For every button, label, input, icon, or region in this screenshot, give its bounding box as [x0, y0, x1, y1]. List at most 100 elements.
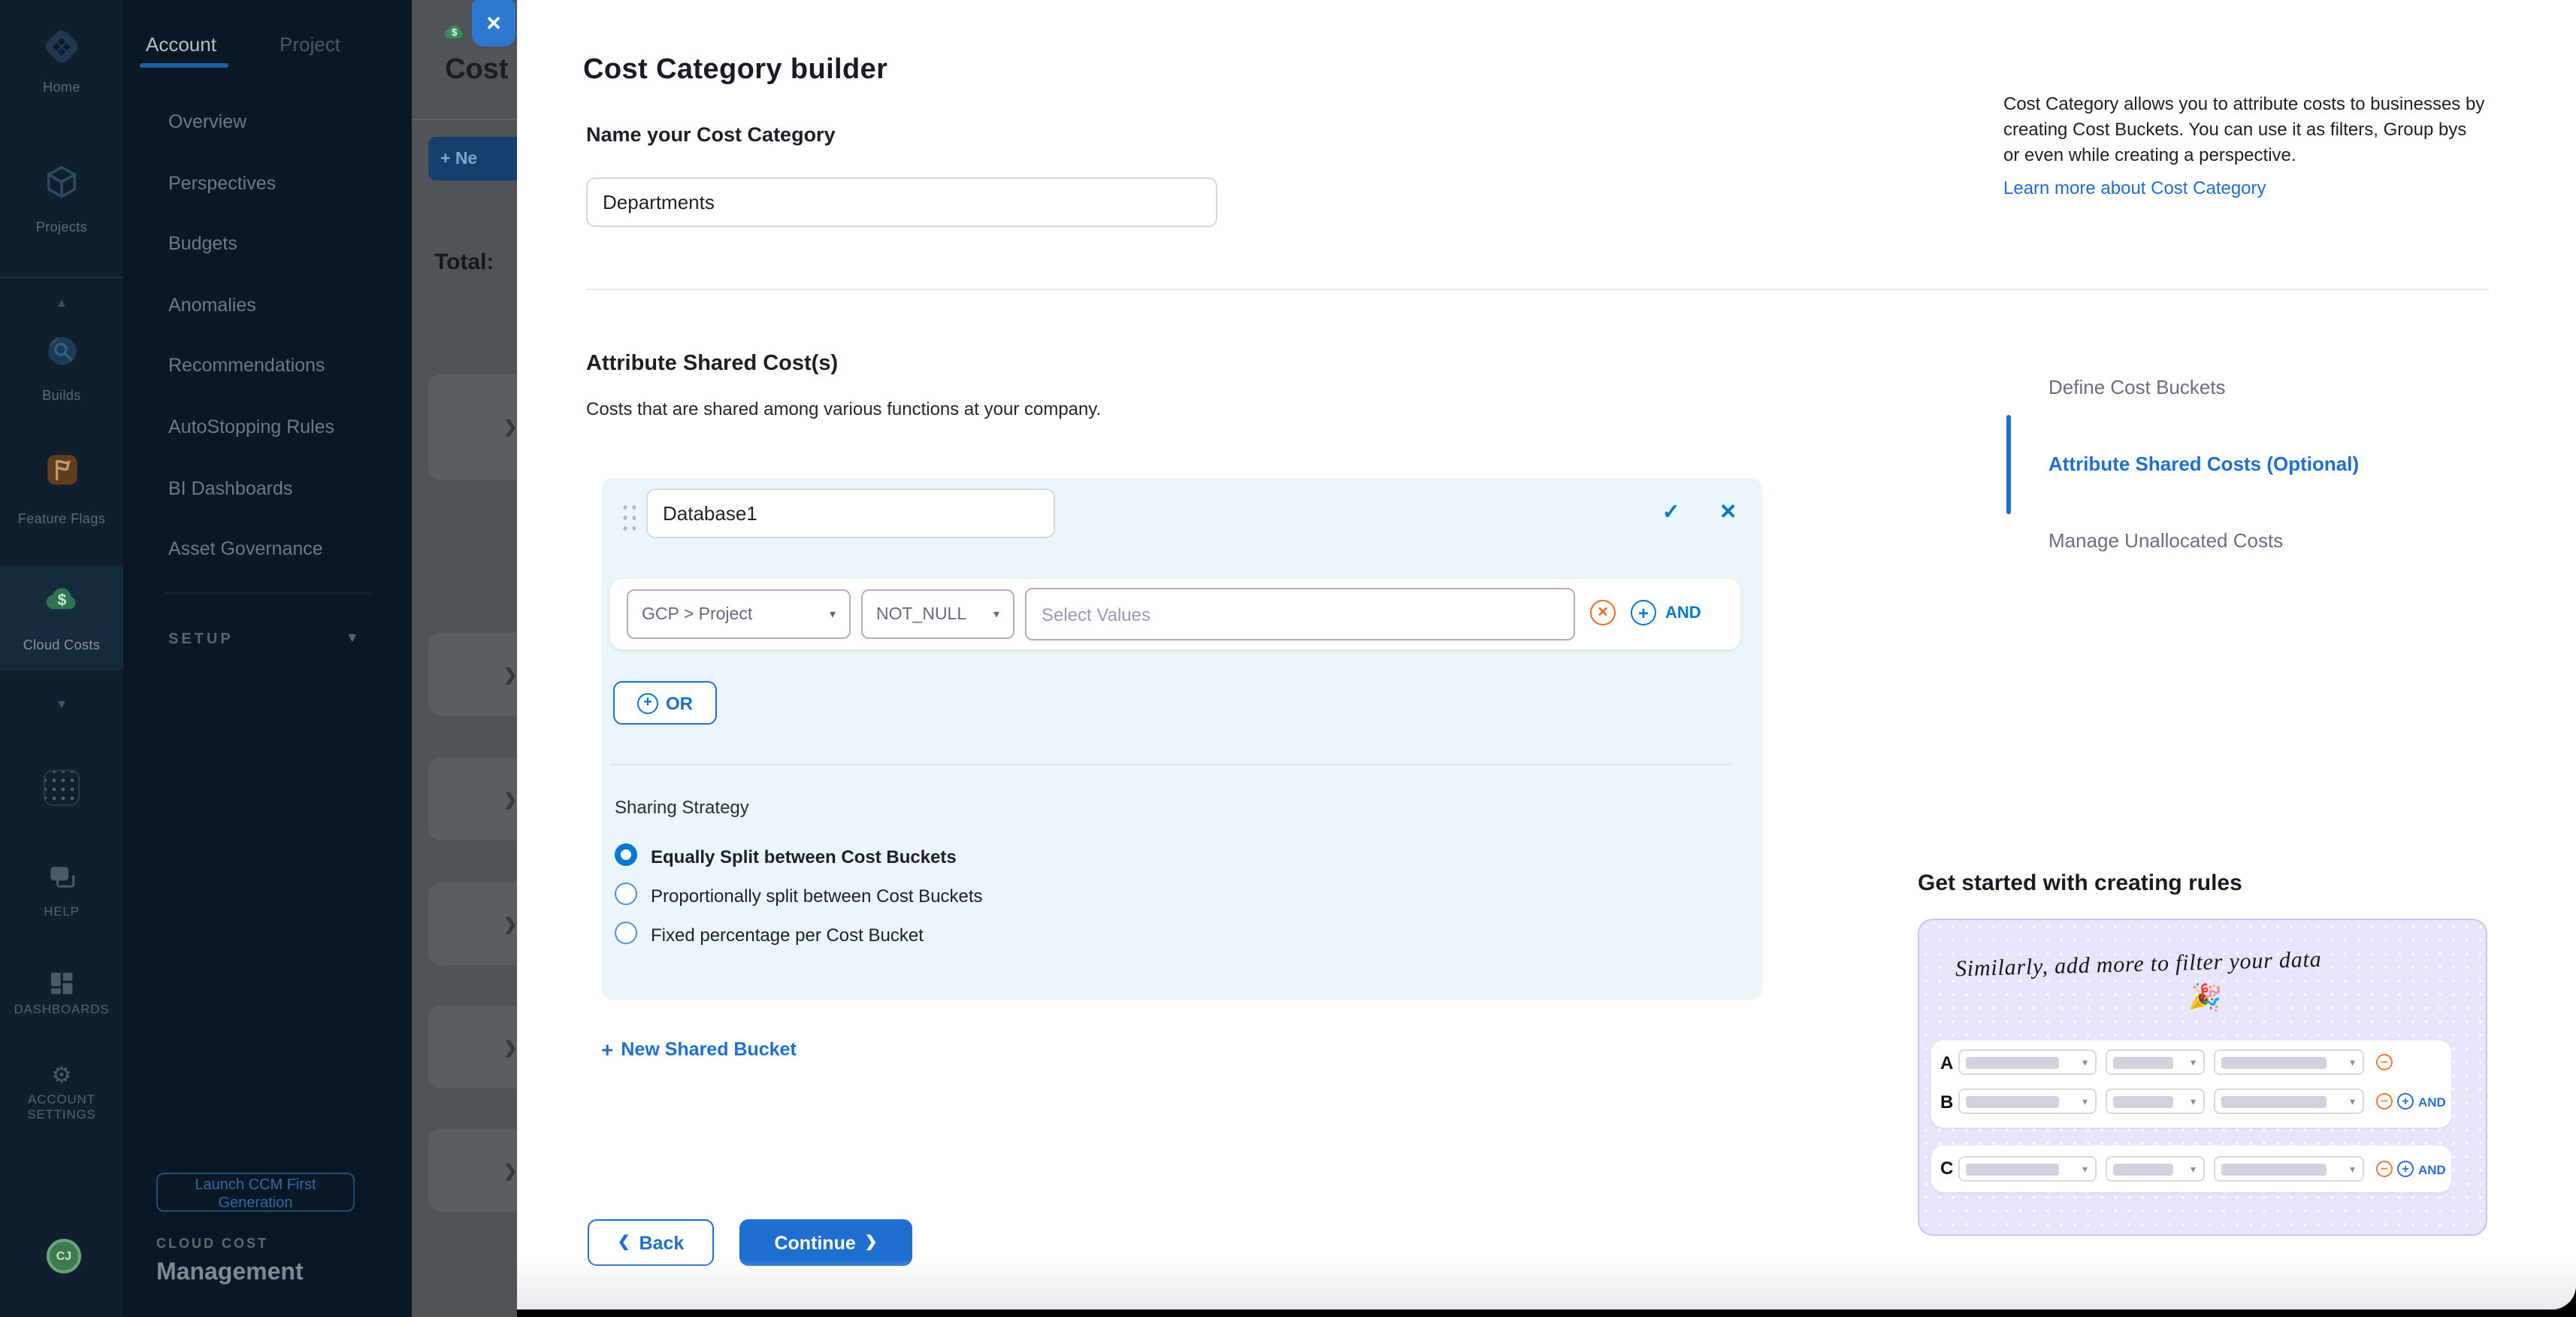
- and-mini-label: AND: [2418, 1094, 2446, 1110]
- drawer-close-button[interactable]: ✕: [472, 0, 516, 47]
- projects-cube-icon[interactable]: [0, 162, 123, 201]
- rail-divider: [0, 277, 123, 278]
- chevron-left-icon: ❮: [618, 1234, 630, 1251]
- radio-label-fixed-percentage[interactable]: Fixed percentage per Cost Bucket: [651, 925, 924, 946]
- new-shared-bucket-label: New Shared Bucket: [621, 1039, 796, 1060]
- svg-text:$: $: [57, 591, 66, 609]
- plus-circle-icon: +: [2397, 1161, 2414, 1177]
- sidebar-item-overview[interactable]: Overview: [168, 111, 246, 132]
- radio-fixed-percentage[interactable]: [615, 922, 637, 944]
- rail-scroll-down-icon[interactable]: ▼: [0, 698, 123, 711]
- cloud-costs-icon[interactable]: $: [0, 580, 123, 621]
- name-section-label: Name your Cost Category: [586, 123, 836, 146]
- page-header-divider: [412, 119, 517, 120]
- cost-category-drawer: Cost Category builder Name your Cost Cat…: [517, 0, 2576, 1317]
- module-grid-icon[interactable]: [44, 770, 80, 806]
- svg-text:?: ?: [56, 868, 63, 880]
- rail-item-dashboards[interactable]: DASHBOARDS: [0, 1001, 123, 1016]
- step-attribute-shared-costs[interactable]: Attribute Shared Costs (Optional): [2048, 453, 2359, 475]
- rail-item-projects[interactable]: Projects: [0, 220, 123, 235]
- sidebar-item-asset-governance[interactable]: Asset Governance: [168, 538, 323, 559]
- illustration-caption: Similarly, add more to filter your data: [1955, 949, 2322, 984]
- rail-scroll-up-icon[interactable]: ▲: [0, 296, 123, 310]
- tab-project[interactable]: Project: [280, 33, 340, 56]
- harness-home-icon[interactable]: [0, 24, 123, 69]
- tab-account[interactable]: Account: [146, 33, 216, 56]
- rail-item-home[interactable]: Home: [0, 80, 123, 95]
- chevron-right-icon: ❯: [865, 1234, 878, 1251]
- chevron-right-icon: ❯: [503, 789, 517, 809]
- caret-down-icon: ▾: [993, 607, 999, 621]
- sidebar-item-budgets[interactable]: Budgets: [168, 233, 237, 254]
- add-or-rule-button[interactable]: + OR: [613, 681, 717, 725]
- launch-ccm-first-gen-button[interactable]: Launch CCM First Generation: [156, 1173, 355, 1212]
- delete-bucket-icon[interactable]: ✕: [1719, 499, 1737, 525]
- drawer-title: Cost Category builder: [583, 54, 887, 87]
- field-dropdown[interactable]: GCP > Project ▾: [627, 589, 851, 639]
- cost-category-description: Cost Category allows you to attribute co…: [2003, 92, 2487, 168]
- rail-item-help[interactable]: HELP: [0, 904, 123, 919]
- total-label: Total:: [434, 250, 494, 275]
- account-settings-gear-icon[interactable]: ⚙: [0, 1061, 123, 1088]
- sharing-strategy-label: Sharing Strategy: [615, 797, 749, 818]
- caret-down-icon: ▾: [2350, 1057, 2355, 1069]
- select-values-input[interactable]: [1025, 588, 1575, 640]
- sidebar-item-anomalies[interactable]: Anomalies: [168, 295, 256, 316]
- chevron-right-icon: ❯: [503, 665, 517, 684]
- drawer-footer-gradient: [517, 1258, 2576, 1309]
- caret-down-icon: ▾: [2082, 1164, 2088, 1176]
- and-label[interactable]: AND: [1665, 604, 1701, 622]
- list-card: ❯: [428, 1006, 517, 1088]
- learn-more-link[interactable]: Learn more about Cost Category: [2003, 177, 2266, 198]
- rules-illustration: Similarly, add more to filter your data …: [1918, 919, 2487, 1236]
- new-shared-bucket-link[interactable]: + New Shared Bucket: [601, 1037, 797, 1061]
- confirm-bucket-icon[interactable]: ✓: [1662, 499, 1680, 525]
- rail-item-builds[interactable]: Builds: [0, 388, 123, 403]
- caret-down-icon: ▾: [2350, 1096, 2355, 1108]
- remove-condition-icon[interactable]: ✕: [1590, 600, 1616, 625]
- operator-dropdown[interactable]: NOT_NULL ▾: [861, 589, 1014, 639]
- radio-proportionally-split[interactable]: [615, 883, 637, 905]
- or-button-label: OR: [666, 692, 693, 713]
- product-eyebrow: CLOUD COST: [156, 1236, 268, 1251]
- rail-item-cloud-costs[interactable]: Cloud Costs: [0, 637, 123, 652]
- radio-label-proportionally-split[interactable]: Proportionally split between Cost Bucket…: [651, 886, 983, 907]
- launch-line2: Generation: [219, 1195, 293, 1212]
- caret-down-icon: ▾: [2191, 1057, 2196, 1069]
- user-avatar[interactable]: CJ: [47, 1239, 81, 1273]
- sidebar-item-autostopping[interactable]: AutoStopping Rules: [168, 416, 334, 437]
- radio-label-equally-split[interactable]: Equally Split between Cost Buckets: [651, 846, 957, 867]
- caret-down-icon: ▾: [2082, 1096, 2088, 1108]
- and-mini-label: AND: [2418, 1162, 2446, 1177]
- step-define-cost-buckets[interactable]: Define Cost Buckets: [2048, 376, 2226, 398]
- help-chat-icon[interactable]: ?: [0, 860, 123, 893]
- step-manage-unallocated-costs[interactable]: Manage Unallocated Costs: [2048, 529, 2283, 552]
- sidebar-item-bi-dashboards[interactable]: BI Dashboards: [168, 478, 292, 499]
- back-button-label: Back: [639, 1232, 685, 1253]
- launch-line1: Launch CCM First: [195, 1177, 316, 1194]
- rail-item-account-settings[interactable]: ACCOUNT SETTINGS: [24, 1091, 99, 1122]
- rail-item-feature-flags[interactable]: Feature Flags: [0, 511, 123, 526]
- add-and-condition-icon[interactable]: +: [1631, 600, 1656, 625]
- bucket-name-input[interactable]: [646, 489, 1055, 538]
- sidebar-item-recommendations[interactable]: Recommendations: [168, 355, 325, 376]
- sidebar-divider: [165, 592, 370, 594]
- list-card: ❯: [428, 883, 517, 965]
- nav-rail: Home Projects ▲ Builds: [0, 0, 123, 1317]
- sidebar-item-perspectives[interactable]: Perspectives: [168, 173, 276, 194]
- feature-flags-icon[interactable]: [0, 451, 123, 489]
- sidebar-setup-label[interactable]: SETUP: [168, 631, 234, 648]
- cost-category-name-input[interactable]: [586, 177, 1217, 227]
- list-card: ❯: [428, 633, 517, 716]
- row-c-label: C: [1940, 1158, 1958, 1179]
- builds-icon[interactable]: [0, 332, 123, 370]
- radio-equally-split[interactable]: [615, 843, 637, 866]
- setup-chevron-icon[interactable]: ▼: [346, 630, 359, 645]
- filter-rule-row: GCP > Project ▾ NOT_NULL ▾ ✕ + AND: [610, 579, 1740, 649]
- caret-down-icon: ▾: [2191, 1164, 2196, 1176]
- drag-handle-icon[interactable]: [619, 501, 636, 537]
- shared-bucket-card: ✓ ✕ GCP > Project ▾ NOT_NULL ▾ ✕ + AND: [601, 478, 1763, 1000]
- shared-costs-description: Costs that are shared among various func…: [586, 398, 1101, 419]
- shared-costs-heading: Attribute Shared Cost(s): [586, 352, 838, 376]
- dashboards-icon[interactable]: [0, 968, 123, 998]
